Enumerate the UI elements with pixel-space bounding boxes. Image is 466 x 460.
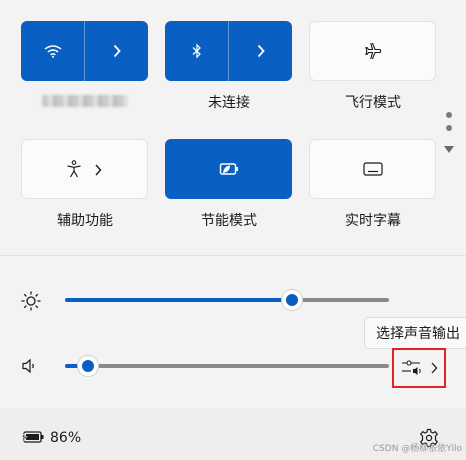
live-captions-tile[interactable] [309,139,436,199]
accessibility-label: 辅助功能 [57,213,113,229]
bluetooth-tile[interactable] [165,21,292,81]
airplane-mode-label: 飞行模式 [345,95,401,111]
airplane-icon [364,43,381,59]
airplane-mode-tile[interactable] [309,21,436,81]
brightness-icon [21,291,41,311]
section-divider [0,255,466,256]
accessibility-icon [67,160,81,178]
captions-icon [362,162,383,176]
brightness-slider-fill [65,298,292,302]
sound-output-tooltip: 选择声音输出 [364,317,466,349]
accessibility-tile[interactable] [21,139,148,199]
battery-percentage[interactable]: 86% [50,430,81,446]
bluetooth-toggle[interactable] [165,21,228,81]
wifi-toggle[interactable] [21,21,84,81]
wifi-icon [44,45,61,58]
page-dot-2[interactable] [446,125,452,131]
brightness-slider-thumb[interactable] [281,290,302,310]
wifi-expand-button[interactable] [85,21,148,81]
battery-charging-icon[interactable] [21,430,45,444]
brightness-slider[interactable] [65,298,389,302]
battery-saver-label: 节能模式 [201,213,257,229]
watermark: CSDN @杨柳依依Yilo [372,444,462,454]
volume-slider[interactable] [65,364,389,368]
chevron-right-icon[interactable] [95,164,102,176]
bluetooth-label: 未连接 [208,95,250,111]
sound-output-icon [401,360,421,375]
speaker-icon[interactable] [21,358,37,374]
page-dot-1[interactable] [446,112,452,118]
volume-slider-thumb[interactable] [77,356,98,376]
page-down-arrow-icon[interactable] [444,146,454,154]
battery-saver-tile[interactable] [165,139,292,199]
wifi-network-name [42,95,128,107]
wifi-tile[interactable] [21,21,148,81]
bluetooth-icon [192,43,201,59]
chevron-right-icon [113,44,121,58]
bluetooth-expand-button[interactable] [229,21,292,81]
live-captions-label: 实时字幕 [345,213,401,229]
battery-saver-icon [219,163,238,175]
chevron-right-icon [257,44,265,58]
chevron-right-icon [431,362,437,374]
sound-output-button[interactable] [392,348,446,388]
